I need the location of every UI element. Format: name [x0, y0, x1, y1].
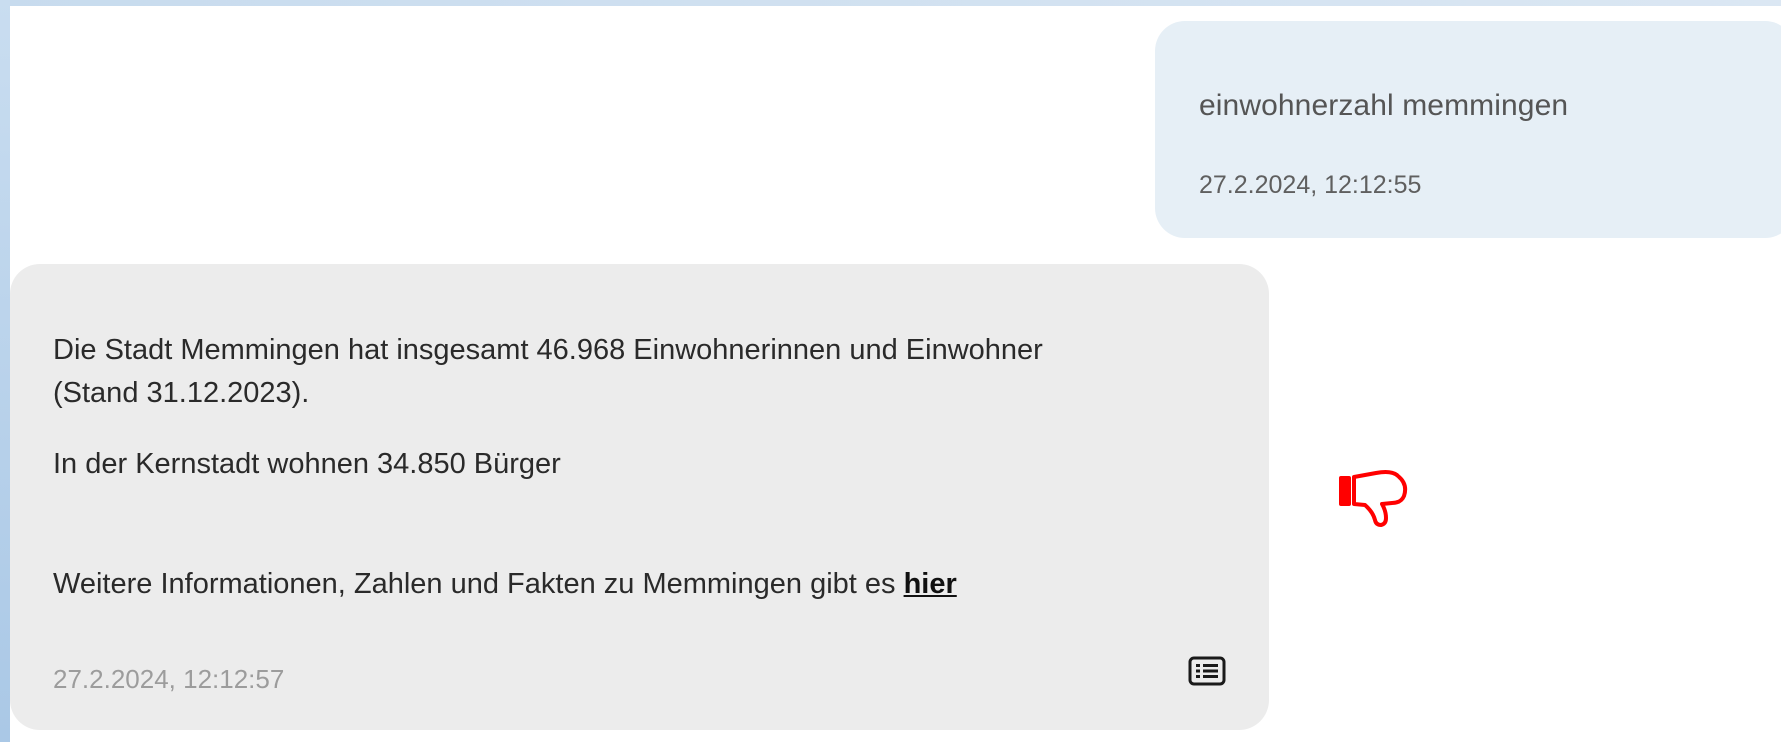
bot-message-paragraph: In der Kernstadt wohnen 34.850 Bürger — [53, 443, 561, 486]
bot-message-line: Weitere Informationen, Zahlen und Fakten… — [53, 568, 904, 600]
bot-message-line: Die Stadt Memmingen hat insgesamt 46.968… — [53, 334, 1043, 366]
bot-message-paragraph: Weitere Informationen, Zahlen und Fakten… — [53, 563, 957, 606]
thumbs-down-icon[interactable] — [1338, 468, 1414, 530]
bot-message-line: In der Kernstadt wohnen 34.850 Bürger — [53, 448, 561, 480]
user-message-text: einwohnerzahl memmingen — [1199, 89, 1569, 122]
list-icon[interactable] — [1188, 656, 1226, 686]
window-left-border — [0, 0, 10, 742]
bot-message-timestamp: 27.2.2024, 12:12:57 — [53, 664, 285, 694]
chat-area: einwohnerzahl memmingen 27.2.2024, 12:12… — [10, 6, 1781, 742]
info-link[interactable]: hier — [904, 568, 957, 600]
user-message-bubble: einwohnerzahl memmingen 27.2.2024, 12:12… — [1155, 21, 1781, 238]
user-message-timestamp: 27.2.2024, 12:12:55 — [1199, 171, 1422, 199]
bot-message-bubble: Die Stadt Memmingen hat insgesamt 46.968… — [10, 264, 1269, 730]
bot-message-paragraph: Die Stadt Memmingen hat insgesamt 46.968… — [53, 329, 1043, 415]
bot-message-line: (Stand 31.12.2023). — [53, 377, 310, 409]
